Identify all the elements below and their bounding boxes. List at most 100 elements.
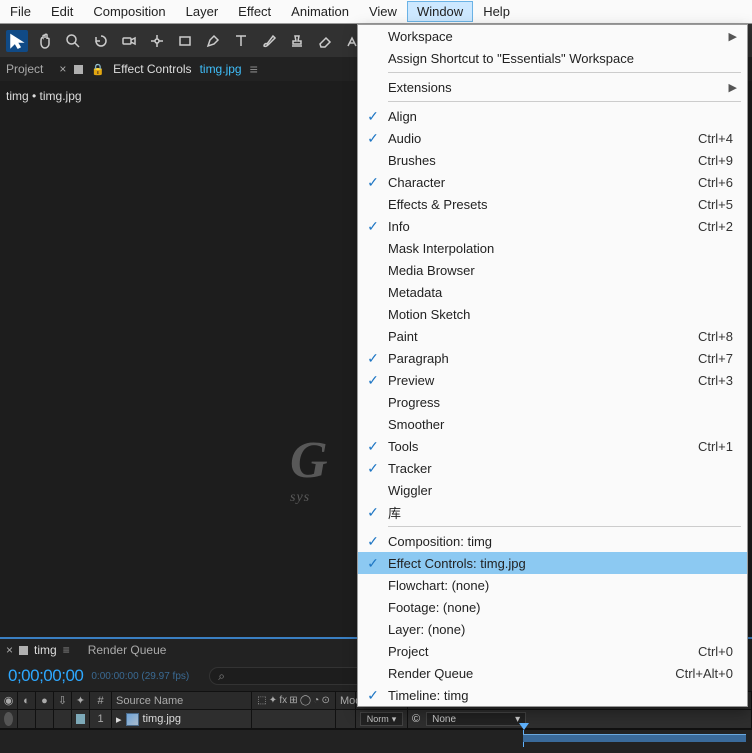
menu-item[interactable]: ✓PreviewCtrl+3 [358, 369, 747, 391]
fps-display: 0:00:00:00 (29.97 fps) [91, 671, 189, 682]
menu-item[interactable]: ✓AudioCtrl+4 [358, 127, 747, 149]
menu-item[interactable]: ✓Effect Controls: timg.jpg [358, 552, 747, 574]
layer-duration-bar[interactable] [523, 734, 746, 742]
panel-menu-icon[interactable]: ≡ [250, 61, 258, 77]
menu-view[interactable]: View [359, 1, 407, 22]
menu-item[interactable]: ProjectCtrl+0 [358, 640, 747, 662]
menu-item[interactable]: Smoother [358, 413, 747, 435]
row-trkmat-dropdown[interactable]: Norm▾ [356, 710, 408, 728]
timeline-track[interactable] [0, 729, 752, 746]
menu-item[interactable]: ✓Timeline: timg [358, 684, 747, 706]
col-solo-icon[interactable]: ● [36, 692, 54, 709]
row-speaker-toggle[interactable] [18, 710, 36, 728]
menu-help[interactable]: Help [473, 1, 520, 22]
menu-item[interactable]: Media Browser [358, 259, 747, 281]
label-color-chip [76, 714, 85, 724]
row-parent[interactable]: © None▾ [408, 710, 752, 728]
col-label-icon[interactable]: ✦ [72, 692, 90, 709]
watermark-sys: sys [290, 490, 328, 506]
menu-item[interactable]: ✓库 [358, 501, 747, 523]
switch-icon[interactable]: ◔ [313, 695, 319, 706]
menu-effect[interactable]: Effect [228, 1, 281, 22]
row-eye-toggle[interactable] [0, 710, 18, 728]
tool-selection[interactable] [6, 30, 28, 52]
tab-effect-controls[interactable]: × 🔒 Effect Controls timg.jpg ≡ [59, 61, 257, 77]
menu-item[interactable]: Workspace▶ [358, 25, 747, 47]
switch-icon[interactable]: ⊞ [289, 695, 297, 706]
table-row[interactable]: 1 ▸ timg.jpg Norm▾ © None▾ [0, 710, 752, 729]
row-switches[interactable] [252, 710, 336, 728]
menu-composition[interactable]: Composition [83, 1, 175, 22]
tool-pen[interactable] [202, 30, 224, 52]
switch-icon[interactable]: ◯ [300, 695, 311, 706]
col-speaker-icon[interactable]: ◐ [18, 692, 36, 709]
switch-icon[interactable]: fx [279, 695, 287, 706]
switch-icon[interactable]: ⊙ [321, 695, 329, 706]
timecode-display[interactable]: 0;00;00;00 [0, 666, 83, 686]
tool-text[interactable] [230, 30, 252, 52]
menu-item[interactable]: Wiggler [358, 479, 747, 501]
menu-shortcut: Ctrl+8 [698, 329, 733, 344]
timeline-tab-render-queue[interactable]: Render Queue [88, 643, 167, 657]
col-source-name[interactable]: Source Name [112, 692, 252, 709]
menu-item[interactable]: Extensions▶ [358, 76, 747, 98]
tab-project[interactable]: Project [6, 62, 43, 76]
pickwhip-icon[interactable]: © [412, 713, 420, 725]
menu-shortcut: Ctrl+9 [698, 153, 733, 168]
col-mode[interactable]: Mode [336, 692, 356, 709]
col-eye-icon[interactable]: ◉ [0, 692, 18, 709]
row-mode-dropdown[interactable] [336, 710, 356, 728]
menu-item[interactable]: PaintCtrl+8 [358, 325, 747, 347]
row-label-color[interactable] [72, 710, 90, 728]
menu-item[interactable]: ✓InfoCtrl+2 [358, 215, 747, 237]
triangle-icon[interactable]: ▸ [116, 713, 122, 726]
menu-animation[interactable]: Animation [281, 1, 359, 22]
menu-item[interactable]: ✓ToolsCtrl+1 [358, 435, 747, 457]
menu-item[interactable]: Metadata [358, 281, 747, 303]
tool-camera[interactable] [118, 30, 140, 52]
menu-edit[interactable]: Edit [41, 1, 83, 22]
menu-item[interactable]: Motion Sketch [358, 303, 747, 325]
switch-icon[interactable]: ✦ [269, 695, 277, 706]
menu-item[interactable]: ✓Tracker [358, 457, 747, 479]
tool-brush[interactable] [258, 30, 280, 52]
close-icon[interactable]: × [6, 643, 13, 657]
lock-icon[interactable]: 🔒 [91, 63, 105, 76]
menu-item[interactable]: BrushesCtrl+9 [358, 149, 747, 171]
menu-item-label: Workspace [388, 29, 747, 44]
menu-item[interactable]: ✓ParagraphCtrl+7 [358, 347, 747, 369]
menu-item[interactable]: Render QueueCtrl+Alt+0 [358, 662, 747, 684]
row-solo-toggle[interactable] [36, 710, 54, 728]
menu-item-label: Mask Interpolation [388, 241, 747, 256]
tool-eraser[interactable] [314, 30, 336, 52]
menu-item[interactable]: Flowchart: (none) [358, 574, 747, 596]
menu-item[interactable]: Layer: (none) [358, 618, 747, 640]
menu-file[interactable]: File [0, 1, 41, 22]
tool-stamp[interactable] [286, 30, 308, 52]
tool-anchor[interactable] [146, 30, 168, 52]
row-source-name[interactable]: ▸ timg.jpg [112, 710, 252, 728]
timeline-tab-timg[interactable]: × timg ≡ [6, 643, 70, 657]
menu-item[interactable]: ✓CharacterCtrl+6 [358, 171, 747, 193]
tool-rotate[interactable] [90, 30, 112, 52]
tool-rect[interactable] [174, 30, 196, 52]
menu-item[interactable]: ✓Align [358, 105, 747, 127]
panel-menu-icon[interactable]: ≡ [63, 643, 70, 657]
row-lock-toggle[interactable] [54, 710, 72, 728]
menu-item[interactable]: ✓Composition: timg [358, 530, 747, 552]
menu-item[interactable]: Assign Shortcut to "Essentials" Workspac… [358, 47, 747, 69]
menu-item-label: Project [388, 644, 747, 659]
menu-item-label: Character [388, 175, 747, 190]
menu-layer[interactable]: Layer [176, 1, 229, 22]
parent-dropdown[interactable]: None▾ [426, 712, 526, 726]
menu-item[interactable]: Progress [358, 391, 747, 413]
col-lock-icon[interactable]: ⇩ [54, 692, 72, 709]
close-icon[interactable]: × [59, 62, 66, 76]
tool-hand[interactable] [34, 30, 56, 52]
menu-item[interactable]: Mask Interpolation [358, 237, 747, 259]
tool-zoom[interactable] [62, 30, 84, 52]
menu-item[interactable]: Footage: (none) [358, 596, 747, 618]
switch-icon[interactable]: ⬚ [257, 695, 266, 706]
menu-window[interactable]: Window [407, 1, 473, 22]
menu-item[interactable]: Effects & PresetsCtrl+5 [358, 193, 747, 215]
